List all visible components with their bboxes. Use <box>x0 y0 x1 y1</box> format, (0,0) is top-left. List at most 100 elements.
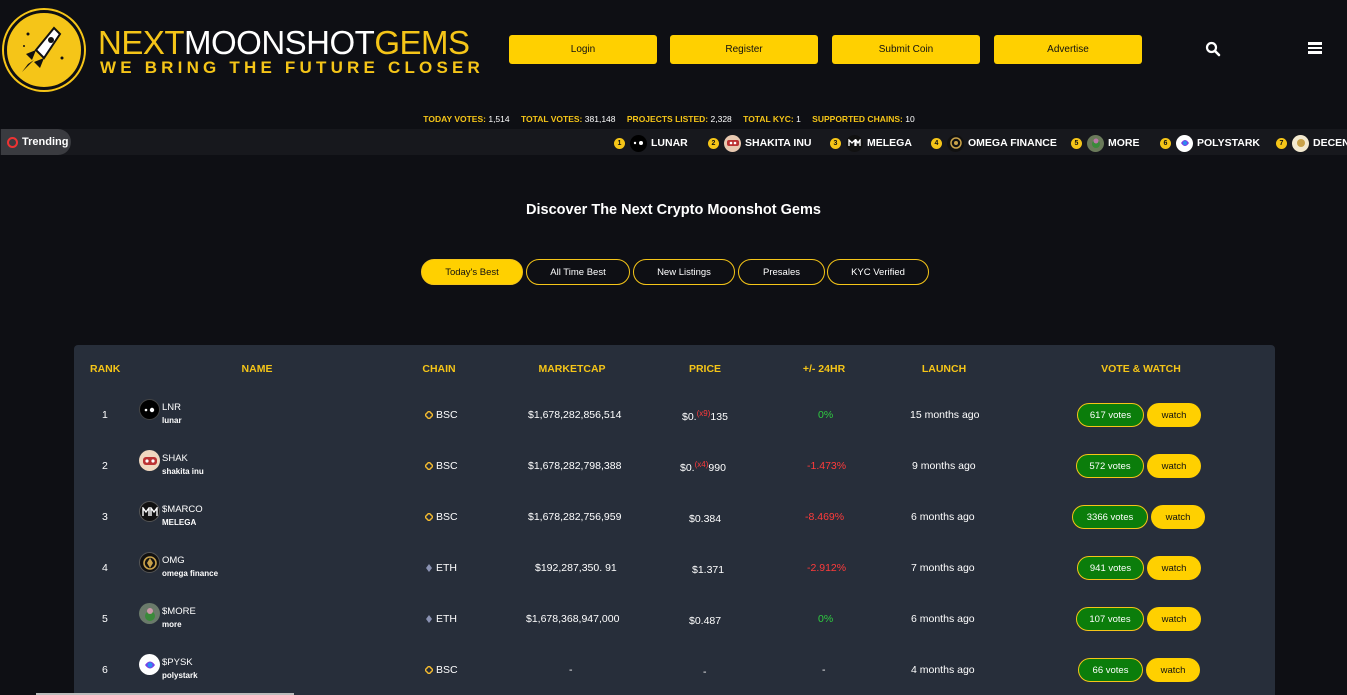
bsc-icon <box>425 462 433 470</box>
header-vote-watch[interactable]: VOTE & WATCH <box>1096 363 1186 375</box>
tab-all-time-best[interactable]: All Time Best <box>526 259 630 285</box>
watch-button[interactable]: watch <box>1147 607 1201 631</box>
brand-word-3: GEMS <box>374 24 470 61</box>
trending-name: DECENT <box>1313 137 1347 149</box>
chain-label: ETH <box>436 613 457 625</box>
chain-label: BSC <box>436 409 458 421</box>
total-kyc-value: 1 <box>796 114 801 124</box>
polystark-logo-icon[interactable] <box>139 654 160 675</box>
tab-presales[interactable]: Presales <box>738 259 825 285</box>
trending-item-lunar[interactable]: 1 LUNAR <box>614 134 688 152</box>
projects-listed-label: PROJECTS LISTED: <box>626 114 709 124</box>
price-main: $1.371 <box>692 564 725 576</box>
coin-symbol[interactable]: $MARCO <box>162 504 203 515</box>
trending-item-shakita[interactable]: 2 SHAKITA INU <box>708 134 812 152</box>
trending-name: MORE <box>1108 137 1140 149</box>
coin-name[interactable]: lunar <box>162 416 182 425</box>
change-cell: - <box>822 664 826 676</box>
trending-item-decent[interactable]: 7 DECENT <box>1276 134 1347 152</box>
coin-name[interactable]: shakita inu <box>162 467 204 476</box>
omega-logo-icon[interactable] <box>139 552 160 573</box>
lunar-logo-icon[interactable] <box>139 399 160 420</box>
trending-rank: 7 <box>1276 137 1287 149</box>
trending-item-polystark[interactable]: 6 POLYSTARK <box>1160 134 1261 152</box>
vote-button[interactable]: 66 votes <box>1078 658 1143 682</box>
price-cell: - <box>703 664 707 678</box>
rank-cell: 3 <box>102 511 108 523</box>
brand-word-1: NEXT <box>98 24 185 61</box>
trending-item-more[interactable]: 5 MORE <box>1071 134 1140 152</box>
trending-icon <box>7 136 18 148</box>
header-launch[interactable]: LAUNCH <box>918 363 970 375</box>
coin-symbol[interactable]: LNR <box>162 402 181 413</box>
price-zero-count: (x9) <box>696 409 711 418</box>
header-change[interactable]: +/- 24HR <box>796 363 852 375</box>
trending-name: SHAKITA INU <box>745 137 812 149</box>
trending-name: LUNAR <box>651 137 688 149</box>
chain-label: BSC <box>436 460 458 472</box>
tab-kyc-verified[interactable]: KYC Verified <box>827 259 929 285</box>
search-icon[interactable] <box>1205 41 1221 57</box>
change-cell: -2.912% <box>807 562 847 574</box>
coin-symbol[interactable]: OMG <box>162 555 185 566</box>
coin-name[interactable]: MELEGA <box>162 518 196 527</box>
vote-button[interactable]: 941 votes <box>1077 556 1144 580</box>
trending-rank: 5 <box>1071 137 1082 149</box>
rocket-logo-icon[interactable] <box>4 10 84 90</box>
watch-button[interactable]: watch <box>1147 556 1201 580</box>
vote-button[interactable]: 3366 votes <box>1072 505 1148 529</box>
trending-rank: 3 <box>830 137 841 149</box>
coin-name[interactable]: omega finance <box>162 569 218 578</box>
total-votes-value: 381,148 <box>584 114 616 124</box>
header-chain[interactable]: CHAIN <box>419 363 459 375</box>
supported-chains-value: 10 <box>905 114 915 124</box>
total-kyc-label: TOTAL KYC: <box>743 114 794 124</box>
trending-rank: 1 <box>614 137 625 149</box>
register-button[interactable]: Register <box>670 35 818 64</box>
trending-name: POLYSTARK <box>1197 137 1261 149</box>
price-digits: 135 <box>710 411 728 423</box>
advertise-button[interactable]: Advertise <box>994 35 1142 64</box>
tab-new-listings[interactable]: New Listings <box>633 259 735 285</box>
trending-label: Trending <box>22 136 69 148</box>
projects-listed-value: 2,328 <box>710 114 732 124</box>
coin-name[interactable]: more <box>162 620 182 629</box>
header-rank[interactable]: RANK <box>90 363 120 375</box>
watch-button[interactable]: watch <box>1147 454 1201 478</box>
tab-todays-best[interactable]: Today's Best <box>421 259 523 285</box>
header-marketcap[interactable]: MARKETCAP <box>532 363 612 375</box>
coin-symbol[interactable]: $MORE <box>162 606 196 617</box>
header-price[interactable]: PRICE <box>685 363 725 375</box>
coin-name[interactable]: polystark <box>162 671 198 680</box>
change-cell: -1.473% <box>807 460 847 472</box>
trending-rank: 4 <box>931 137 942 149</box>
change-cell: -8.469% <box>805 511 845 523</box>
watch-button[interactable]: watch <box>1151 505 1205 529</box>
trending-name: OMEGA FINANCE <box>968 137 1057 149</box>
header-name[interactable]: NAME <box>232 363 282 375</box>
price-main: $0.384 <box>689 513 722 525</box>
trending-item-melega[interactable]: 3 MELEGA <box>830 134 912 152</box>
total-votes-label: TOTAL VOTES: <box>521 114 583 124</box>
vote-button[interactable]: 107 votes <box>1076 607 1144 631</box>
coin-symbol[interactable]: $PYSK <box>162 657 193 668</box>
watch-button[interactable]: watch <box>1146 658 1200 682</box>
chain-cell: BSC <box>425 409 458 421</box>
shakita-logo-icon[interactable] <box>139 450 160 471</box>
decent-logo-icon <box>1292 134 1309 152</box>
trending-rank: 2 <box>708 137 719 149</box>
more-logo-icon[interactable] <box>139 603 160 624</box>
brand-name[interactable]: NEXTMOONSHOTGEMS <box>98 26 470 59</box>
vote-button[interactable]: 617 votes <box>1077 403 1144 427</box>
watch-button[interactable]: watch <box>1147 403 1201 427</box>
vote-button[interactable]: 572 votes <box>1076 454 1144 478</box>
marketcap-cell: $192,287,350. 91 <box>535 562 617 574</box>
submit-coin-button[interactable]: Submit Coin <box>832 35 980 64</box>
trending-item-omega[interactable]: 4 OMEGA FINANCE <box>931 134 1057 152</box>
melega-logo-icon[interactable] <box>139 501 160 522</box>
melega-logo-icon <box>846 134 863 152</box>
coin-symbol[interactable]: SHAK <box>162 453 188 464</box>
hamburger-menu-icon[interactable] <box>1308 42 1322 54</box>
marketcap-cell: $1,678,282,798,388 <box>528 460 622 472</box>
login-button[interactable]: Login <box>509 35 657 64</box>
